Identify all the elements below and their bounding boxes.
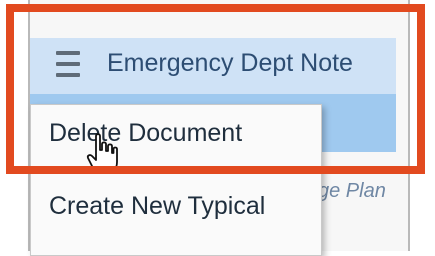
context-menu: Delete Document Create New Typical [30, 104, 322, 256]
hamburger-menu-icon[interactable] [56, 51, 80, 77]
menu-item-create-new-typical[interactable]: Create New Typical [49, 192, 265, 221]
page-title: Emergency Dept Note [107, 49, 353, 77]
menu-item-delete-document[interactable]: Delete Document [49, 119, 242, 148]
hand-cursor-icon [86, 133, 118, 174]
background-label: ge Plan [318, 180, 386, 202]
